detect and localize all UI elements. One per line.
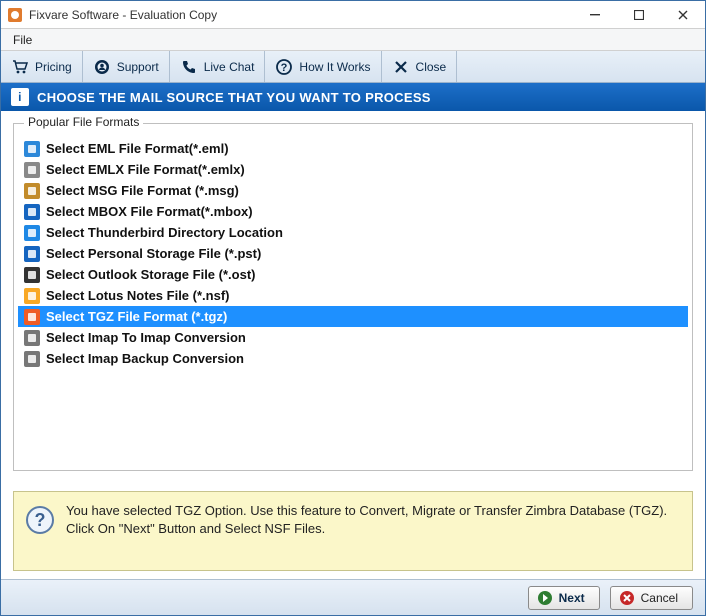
format-option[interactable]: Select Imap To Imap Conversion (18, 327, 688, 348)
format-label: Select Imap To Imap Conversion (46, 330, 246, 345)
toolbar: Pricing Support Live Chat ? How It Works… (1, 51, 705, 83)
file-icon (24, 288, 40, 304)
format-option[interactable]: Select EML File Format(*.eml) (18, 138, 688, 159)
file-icon (24, 309, 40, 325)
format-label: Select TGZ File Format (*.tgz) (46, 309, 227, 324)
format-label: Select MBOX File Format(*.mbox) (46, 204, 253, 219)
toolbar-support[interactable]: Support (83, 51, 170, 82)
file-icon (24, 183, 40, 199)
group-title: Popular File Formats (24, 115, 143, 129)
info-panel: ? You have selected TGZ Option. Use this… (13, 491, 693, 571)
format-option[interactable]: Select TGZ File Format (*.tgz) (18, 306, 688, 327)
format-label: Select EMLX File Format(*.emlx) (46, 162, 245, 177)
format-label: Select Imap Backup Conversion (46, 351, 244, 366)
toolbar-label: Support (117, 60, 159, 74)
file-icon (24, 225, 40, 241)
toolbar-close[interactable]: Close (382, 51, 458, 82)
window-title: Fixvare Software - Evaluation Copy (29, 8, 573, 22)
format-option[interactable]: Select Imap Backup Conversion (18, 348, 688, 369)
format-label: Select Thunderbird Directory Location (46, 225, 283, 240)
button-label: Next (559, 591, 585, 605)
phone-icon (180, 58, 198, 76)
format-label: Select Lotus Notes File (*.nsf) (46, 288, 229, 303)
format-option[interactable]: Select Outlook Storage File (*.ost) (18, 264, 688, 285)
cancel-button[interactable]: Cancel (610, 586, 693, 610)
minimize-button[interactable] (573, 1, 617, 29)
toolbar-label: Live Chat (204, 60, 255, 74)
banner: i CHOOSE THE MAIL SOURCE THAT YOU WANT T… (1, 83, 705, 111)
button-label: Cancel (641, 591, 678, 605)
format-option[interactable]: Select Personal Storage File (*.pst) (18, 243, 688, 264)
window-controls (573, 1, 705, 29)
menubar: File (1, 29, 705, 51)
file-icon (24, 267, 40, 283)
format-label: Select Outlook Storage File (*.ost) (46, 267, 255, 282)
file-icon (24, 141, 40, 157)
footer-bar: Next Cancel (1, 579, 705, 615)
toolbar-label: Close (416, 60, 447, 74)
toolbar-label: How It Works (299, 60, 370, 74)
file-icon (24, 204, 40, 220)
format-option[interactable]: Select Lotus Notes File (*.nsf) (18, 285, 688, 306)
toolbar-pricing[interactable]: Pricing (1, 51, 83, 82)
cart-icon (11, 58, 29, 76)
help-icon: ? (26, 506, 54, 534)
banner-text: CHOOSE THE MAIL SOURCE THAT YOU WANT TO … (37, 90, 431, 105)
cancel-icon (619, 590, 635, 606)
info-icon: i (11, 88, 29, 106)
info-message: You have selected TGZ Option. Use this f… (66, 502, 680, 537)
format-option[interactable]: Select Thunderbird Directory Location (18, 222, 688, 243)
toolbar-livechat[interactable]: Live Chat (170, 51, 266, 82)
headset-icon (93, 58, 111, 76)
format-option[interactable]: Select MSG File Format (*.msg) (18, 180, 688, 201)
format-label: Select Personal Storage File (*.pst) (46, 246, 261, 261)
question-icon: ? (275, 58, 293, 76)
titlebar: Fixvare Software - Evaluation Copy (1, 1, 705, 29)
format-option[interactable]: Select EMLX File Format(*.emlx) (18, 159, 688, 180)
x-icon (392, 58, 410, 76)
content-area: Popular File Formats Select EML File For… (1, 111, 705, 477)
menu-file[interactable]: File (7, 31, 38, 49)
app-icon (7, 7, 23, 23)
svg-text:?: ? (281, 62, 288, 74)
arrow-right-icon (537, 590, 553, 606)
file-icon (24, 330, 40, 346)
file-icon (24, 246, 40, 262)
file-icon (24, 351, 40, 367)
format-label: Select MSG File Format (*.msg) (46, 183, 239, 198)
formats-group: Popular File Formats Select EML File For… (13, 123, 693, 471)
close-window-button[interactable] (661, 1, 705, 29)
toolbar-label: Pricing (35, 60, 72, 74)
file-icon (24, 162, 40, 178)
app-window: Fixvare Software - Evaluation Copy File … (0, 0, 706, 616)
toolbar-howitworks[interactable]: ? How It Works (265, 51, 381, 82)
format-option[interactable]: Select MBOX File Format(*.mbox) (18, 201, 688, 222)
format-list[interactable]: Select EML File Format(*.eml) Select EMLX… (18, 138, 688, 466)
next-button[interactable]: Next (528, 586, 600, 610)
maximize-button[interactable] (617, 1, 661, 29)
format-label: Select EML File Format(*.eml) (46, 141, 229, 156)
